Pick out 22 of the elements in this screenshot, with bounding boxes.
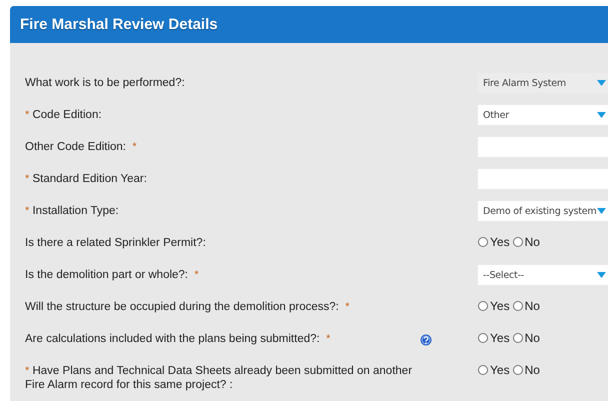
radio-option[interactable]: No xyxy=(512,299,540,313)
radio-option[interactable]: No xyxy=(512,363,540,377)
radio-option[interactable]: Yes xyxy=(478,363,510,377)
dropdown[interactable]: --Select-- xyxy=(478,265,608,285)
dropdown[interactable]: Other xyxy=(478,105,608,125)
field-label: Is the demolition part or whole?: * xyxy=(25,268,200,282)
radio-option[interactable]: Yes xyxy=(478,235,510,249)
radio-option[interactable]: No xyxy=(512,235,540,249)
field-label: * Installation Type: xyxy=(25,204,120,218)
field-label: Other Code Edition: * xyxy=(25,140,138,154)
field-label: Is there a related Sprinkler Permit?: xyxy=(25,236,207,250)
field-label: Will the structure be occupied during the demolition process?: * xyxy=(25,300,351,314)
radio-option[interactable]: No xyxy=(512,331,540,345)
field-label: * Code Edition: xyxy=(25,108,103,122)
radio-option[interactable]: Yes xyxy=(478,331,510,345)
field-label: Are calculations included with the plans being submitted?: * xyxy=(25,332,332,346)
field-label: * Standard Edition Year: xyxy=(25,172,148,186)
dropdown[interactable]: Demo of existing system xyxy=(478,201,608,221)
field-label: * Have Plans and Technical Data Sheets already been submitted on another Fire Alarm record for this same project? : xyxy=(25,364,414,392)
panel-title: Fire Marshal Review Details xyxy=(20,16,218,33)
radio-option[interactable]: Yes xyxy=(478,299,510,313)
field-label: What work is to be performed?: xyxy=(25,76,186,90)
